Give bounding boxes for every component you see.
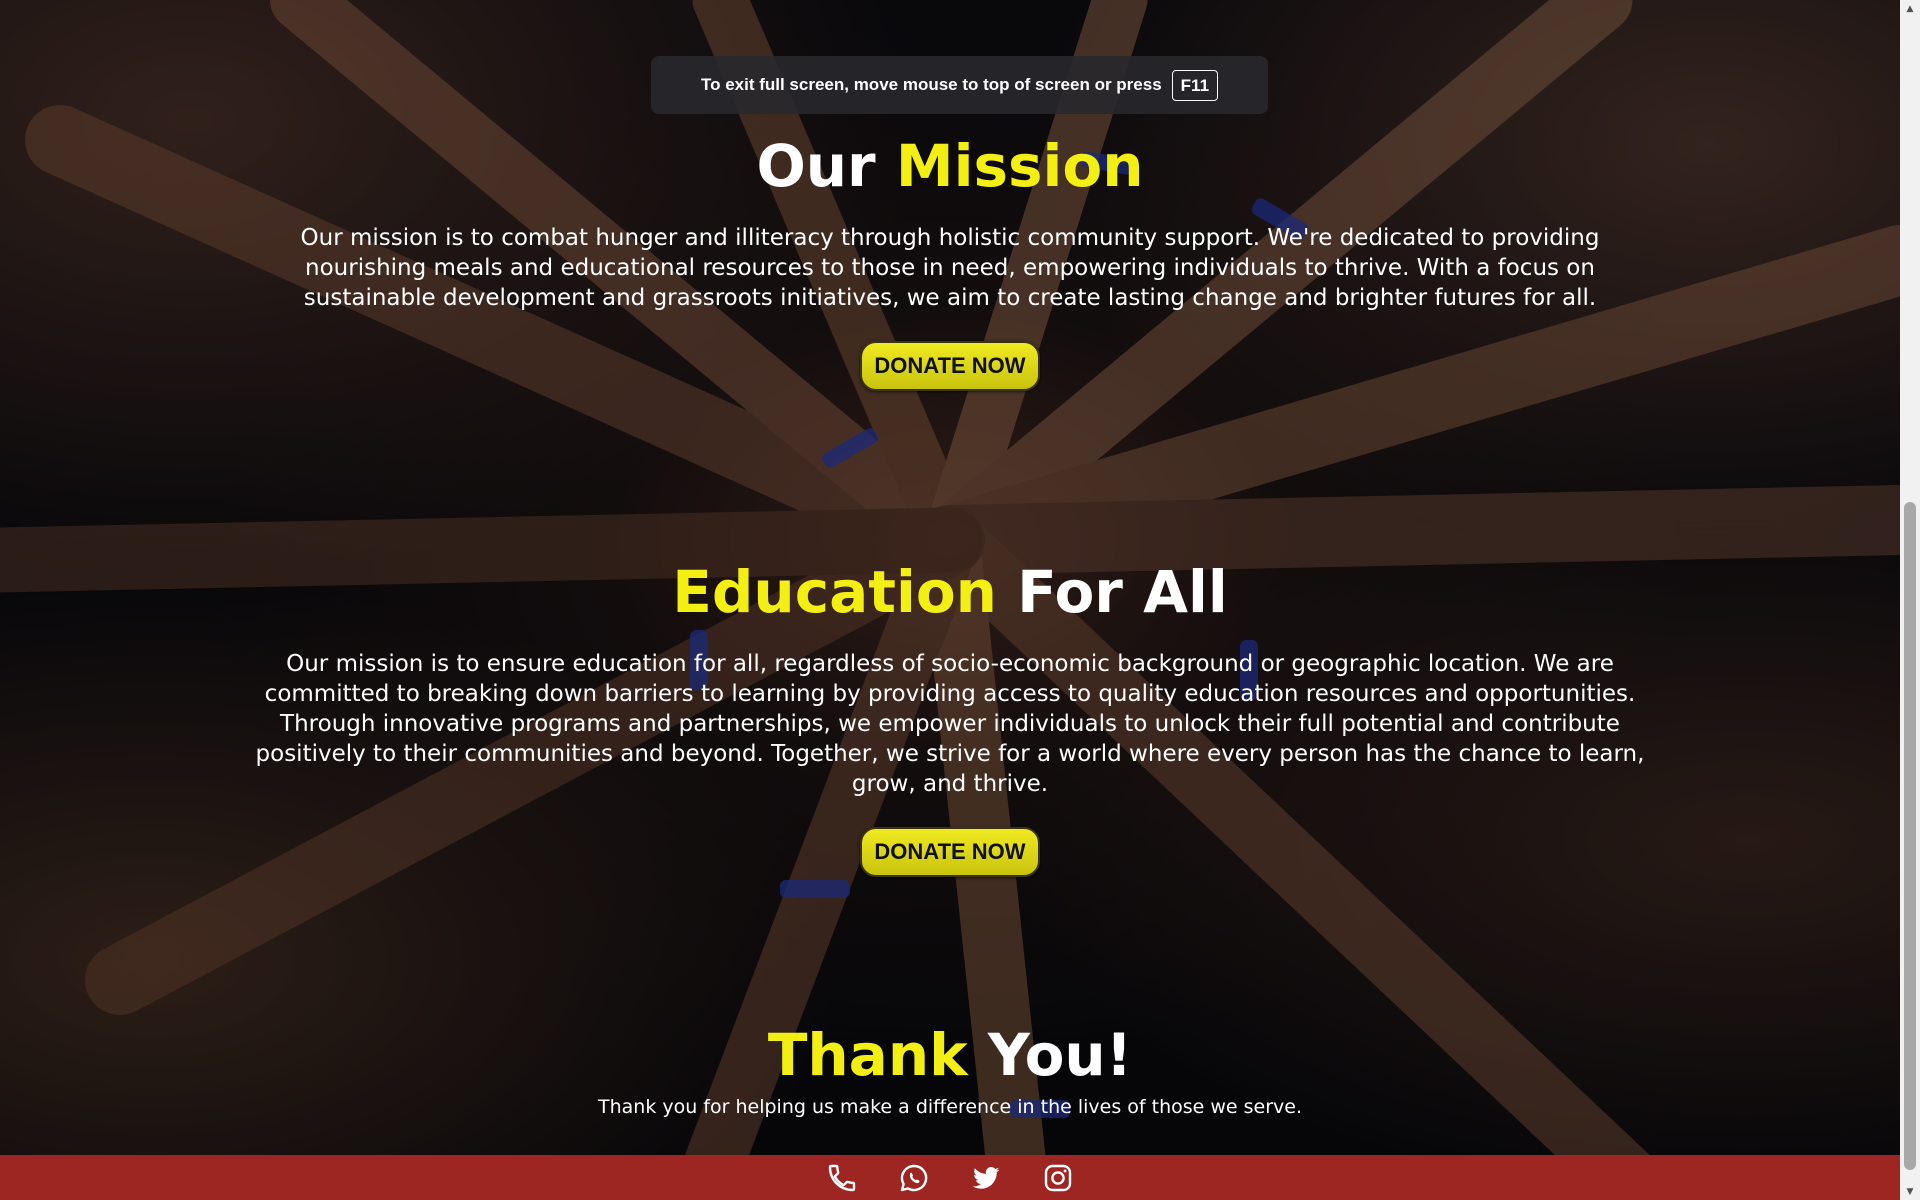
vertical-scrollbar[interactable]: ▲ ▼ — [1900, 0, 1920, 1200]
twitter-icon[interactable] — [969, 1161, 1003, 1195]
page: To exit full screen, move mouse to top o… — [0, 0, 1920, 1200]
scroll-up-arrow-icon[interactable]: ▲ — [1900, 0, 1920, 17]
fullscreen-notice: To exit full screen, move mouse to top o… — [651, 56, 1268, 114]
thanks-title-white: You! — [987, 1021, 1133, 1089]
education-text: Our mission is to ensure education for a… — [255, 651, 1645, 797]
phone-icon[interactable] — [825, 1161, 859, 1195]
mission-title: Our Mission — [240, 137, 1660, 195]
thanks-title: Thank You! — [240, 1026, 1660, 1084]
mission-text: Our mission is to combat hunger and illi… — [300, 225, 1600, 311]
mission-section: Our Mission Our mission is to combat hun… — [240, 137, 1660, 391]
footer — [0, 1155, 1900, 1200]
mission-title-yellow: Mission — [895, 132, 1144, 200]
education-donate-button[interactable]: DONATE NOW — [860, 827, 1040, 877]
mission-title-white: Our — [756, 132, 876, 200]
whatsapp-icon[interactable] — [897, 1161, 931, 1195]
thanks-title-yellow: Thank — [767, 1021, 968, 1089]
thanks-text: Thank you for helping us make a differen… — [597, 1096, 1303, 1118]
scroll-down-arrow-icon[interactable]: ▼ — [1900, 1183, 1920, 1200]
fullscreen-key-badge: F11 — [1171, 69, 1219, 101]
thanks-section: Thank You! Thank you for helping us make… — [240, 1026, 1660, 1118]
mission-donate-button[interactable]: DONATE NOW — [860, 341, 1040, 391]
education-title-yellow: Education — [672, 558, 997, 626]
instagram-icon[interactable] — [1041, 1161, 1075, 1195]
education-title-white: For All — [1017, 558, 1228, 626]
scrollbar-thumb[interactable] — [1904, 502, 1916, 1170]
education-title: Education For All — [240, 563, 1660, 621]
education-section: Education For All Our mission is to ensu… — [240, 563, 1660, 877]
fullscreen-notice-text: To exit full screen, move mouse to top o… — [700, 75, 1162, 94]
